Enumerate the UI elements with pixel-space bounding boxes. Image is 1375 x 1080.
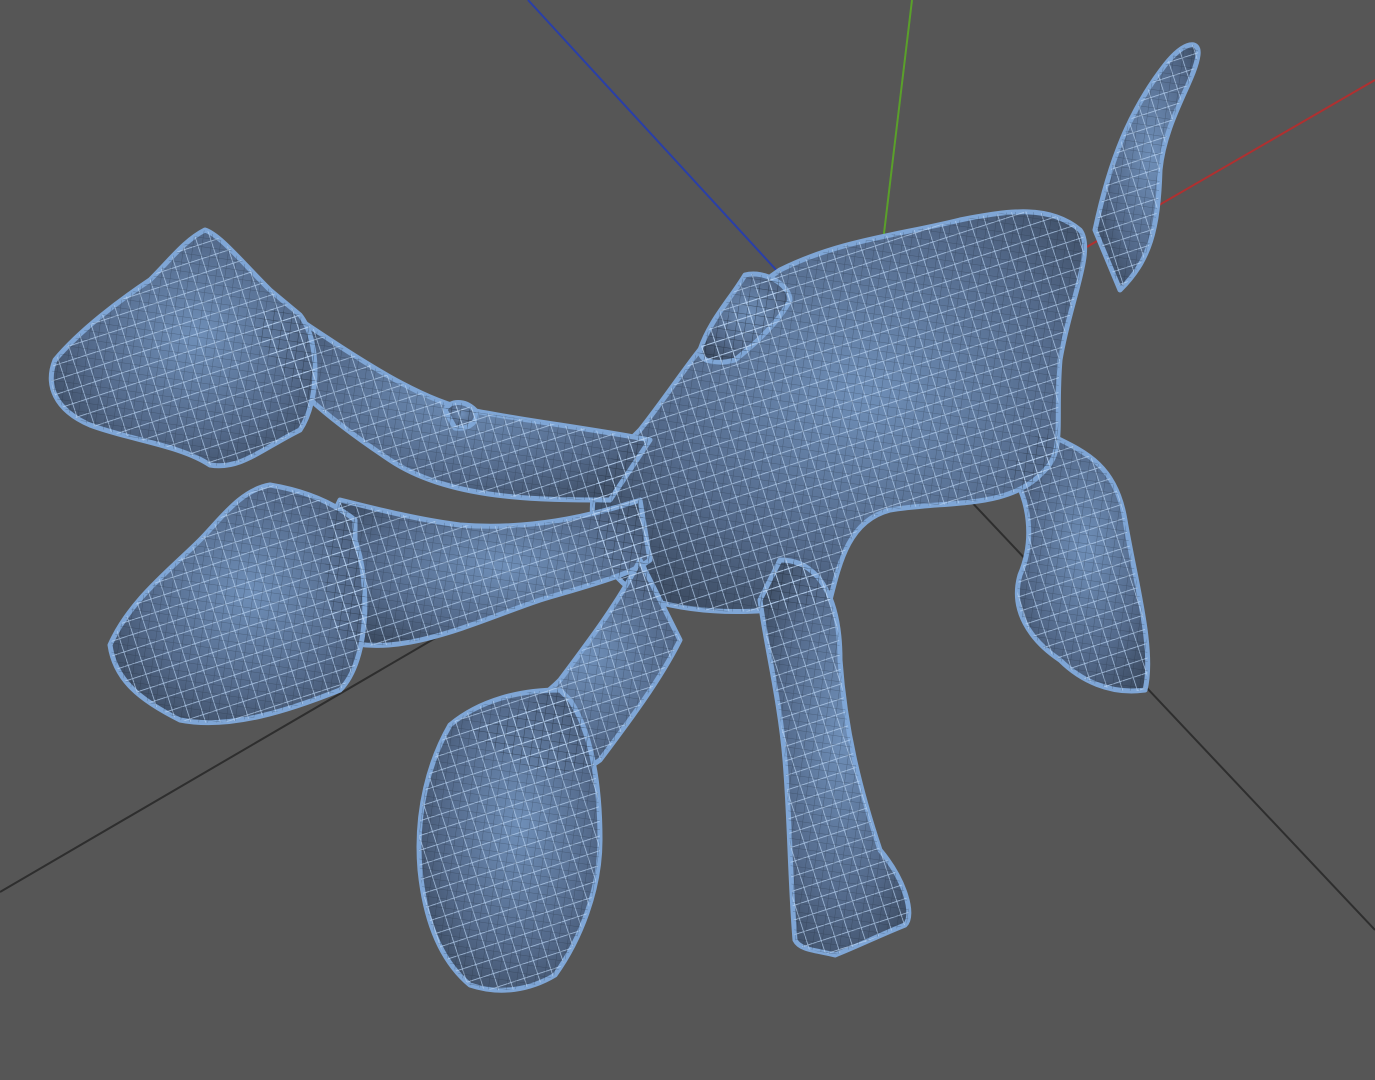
3d-viewport[interactable]: [0, 0, 1375, 1080]
dog-mesh[interactable]: [48, 42, 1201, 993]
mesh-head-top-shadow-wire: [51, 230, 315, 466]
scene-canvas[interactable]: [0, 0, 1375, 1080]
z-axis-line: [527, 0, 791, 286]
mesh-head-bottom-shadow-wire: [419, 690, 600, 991]
mesh-head-middle-shadow-wire: [110, 485, 365, 723]
mesh-body-shadow-wire: [592, 211, 1085, 612]
